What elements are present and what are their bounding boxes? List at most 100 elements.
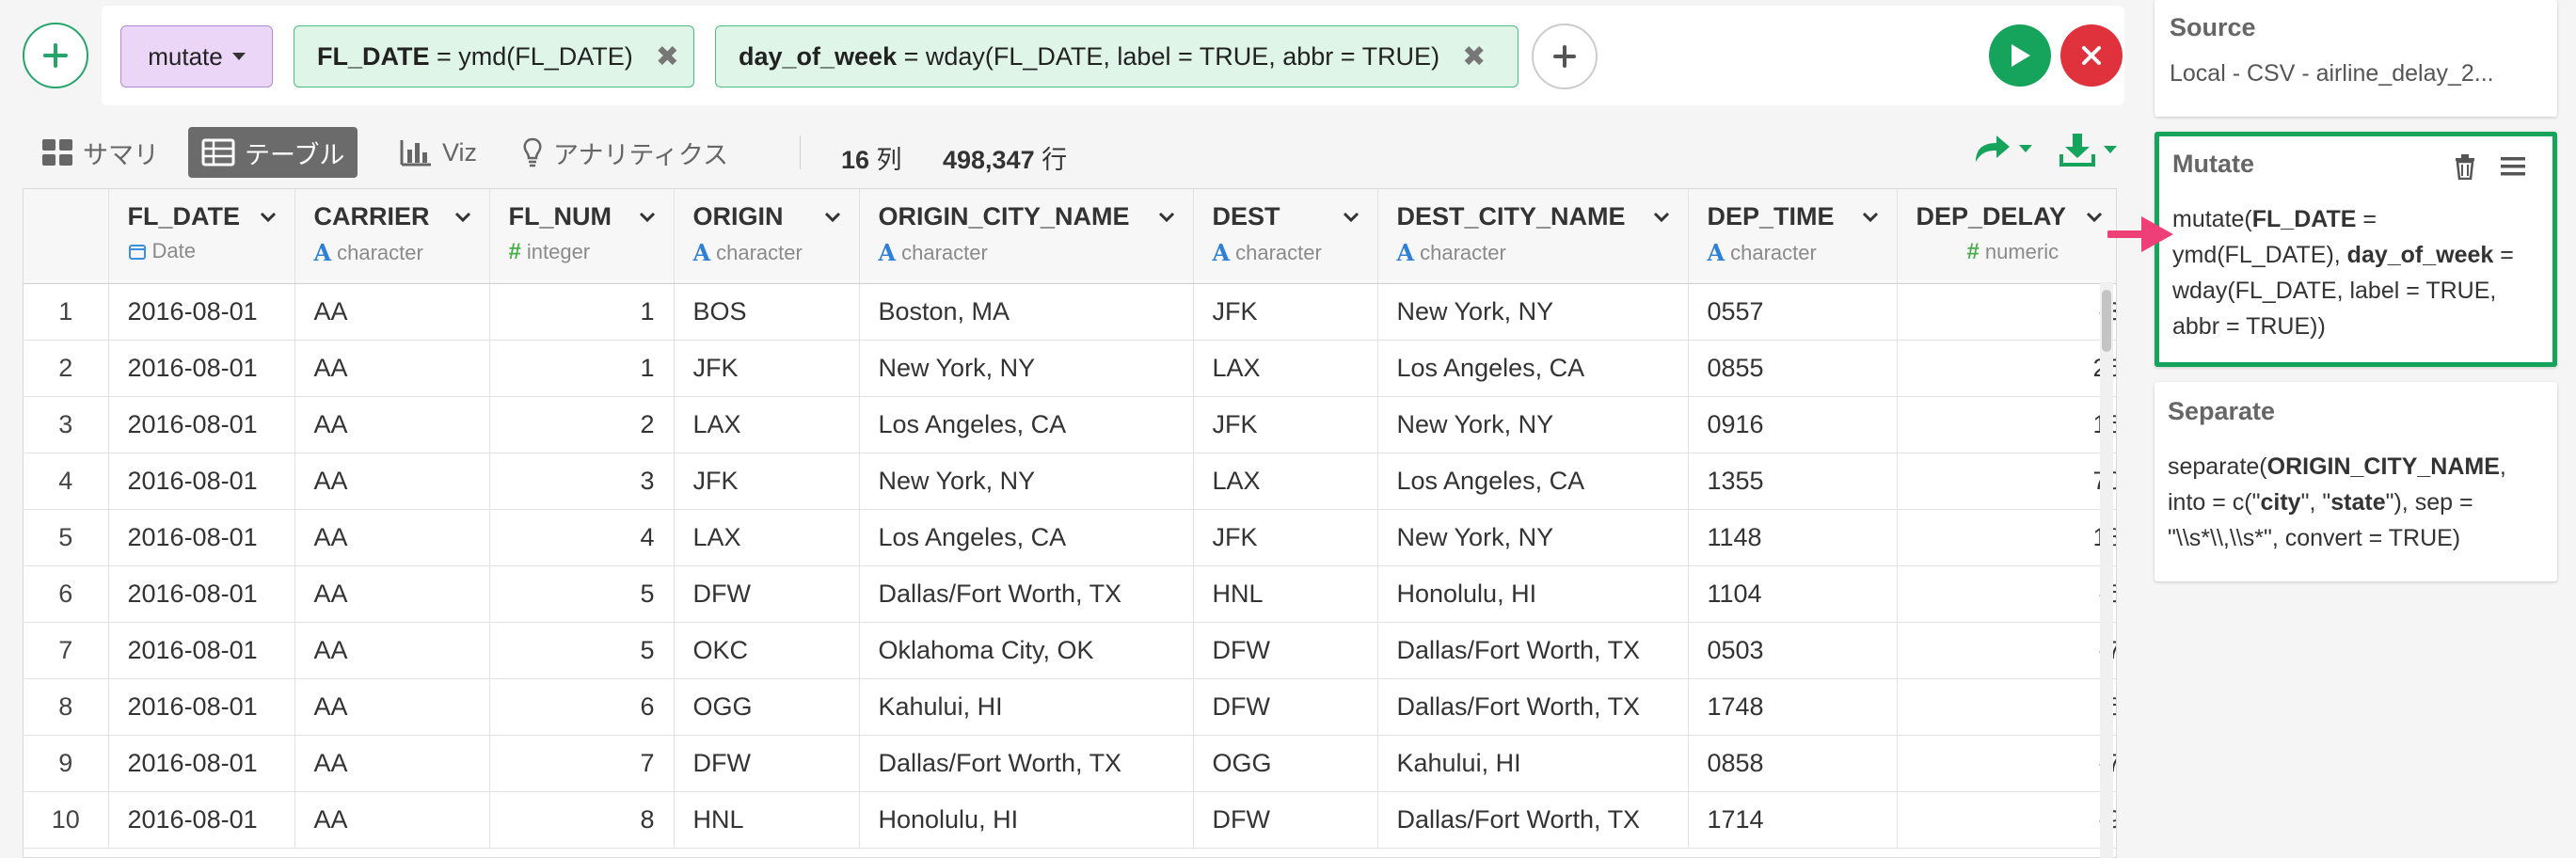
table-row[interactable]: 2 2016-08-01 AA 1 JFK New York, NY LAX Los Ange… <box>24 340 2116 397</box>
table-cell[interactable]: 6 <box>489 678 675 736</box>
tab-table[interactable]: テーブル <box>188 127 358 178</box>
column-header-fl-date[interactable]: FL_DATE Date <box>108 189 295 284</box>
table-row[interactable]: 6 2016-08-01 AA 5 DFW Dallas/Fort Worth, TX HN… <box>24 565 2116 623</box>
table-cell[interactable]: LAX <box>1193 340 1378 397</box>
table-cell[interactable]: 2016-08-01 <box>108 678 295 736</box>
table-cell[interactable]: AA <box>294 340 490 397</box>
table-cell[interactable]: New York, NY <box>859 340 1194 397</box>
table-cell[interactable]: Los Angeles, CA <box>859 509 1194 566</box>
table-cell[interactable]: New York, NY <box>1377 283 1689 341</box>
table-cell[interactable]: 0557 <box>1688 283 1898 341</box>
trash-icon[interactable] <box>2453 153 2477 180</box>
table-row[interactable]: 4 2016-08-01 AA 3 JFK New York, NY LAX Los Ange… <box>24 453 2116 510</box>
chevron-down-icon[interactable] <box>2085 211 2104 224</box>
step-card-mutate[interactable]: Mutate mutate(FL_DATE = ymd(FL_DATE), da… <box>2155 132 2557 367</box>
table-cell[interactable]: AA <box>294 678 490 736</box>
table-cell[interactable]: 18 <box>1897 509 2116 566</box>
table-cell[interactable]: 2016-08-01 <box>108 622 295 679</box>
cancel-button[interactable] <box>2060 24 2123 87</box>
table-cell[interactable]: 16 <box>1897 396 2116 453</box>
table-cell[interactable]: JFK <box>1193 509 1378 566</box>
table-cell[interactable]: Dallas/Fort Worth, TX <box>1377 622 1689 679</box>
table-cell[interactable]: 2016-08-01 <box>108 509 295 566</box>
table-cell[interactable]: New York, NY <box>1377 396 1689 453</box>
table-cell[interactable]: 1 <box>489 340 675 397</box>
share-menu-button[interactable] <box>1972 132 2032 166</box>
chevron-down-icon[interactable] <box>1652 211 1671 224</box>
table-cell[interactable]: 1 <box>489 283 675 341</box>
table-cell[interactable]: AA <box>294 791 490 849</box>
table-cell[interactable]: 2016-08-01 <box>108 791 295 849</box>
table-cell[interactable]: 2016-08-01 <box>108 283 295 341</box>
chevron-down-icon[interactable] <box>259 211 278 224</box>
table-cell[interactable]: AA <box>294 509 490 566</box>
table-cell[interactable]: LAX <box>674 396 860 453</box>
table-cell[interactable]: 8 <box>489 791 675 849</box>
menu-icon[interactable] <box>2500 155 2526 178</box>
table-cell[interactable]: 6 <box>1897 678 2116 736</box>
table-cell[interactable]: Honolulu, HI <box>859 791 1194 849</box>
table-row[interactable]: 3 2016-08-01 AA 2 LAX Los Angeles, CA JFK New Y… <box>24 396 2116 453</box>
run-button[interactable] <box>1989 24 2051 87</box>
chevron-down-icon[interactable] <box>1861 211 1880 224</box>
table-cell[interactable]: AA <box>294 453 490 510</box>
column-header-carrier[interactable]: CARRIER Acharacter <box>294 189 490 284</box>
add-argument-button[interactable] <box>1532 24 1598 89</box>
add-step-button[interactable] <box>23 23 88 88</box>
scrollbar-thumb[interactable] <box>2102 290 2111 352</box>
table-cell[interactable]: DFW <box>1193 678 1378 736</box>
table-cell[interactable]: -9 <box>1897 791 2116 849</box>
table-cell[interactable]: -7 <box>1897 735 2116 792</box>
chevron-down-icon[interactable] <box>823 211 842 224</box>
column-header-dep-time[interactable]: DEP_TIME Acharacter <box>1688 189 1898 284</box>
table-row[interactable]: 9 2016-08-01 AA 7 DFW Dallas/Fort Worth, TX OG… <box>24 735 2116 792</box>
table-cell[interactable]: Los Angeles, CA <box>1377 340 1689 397</box>
table-cell[interactable]: New York, NY <box>1377 509 1689 566</box>
table-cell[interactable]: New York, NY <box>859 453 1194 510</box>
table-cell[interactable]: 70 <box>1897 453 2116 510</box>
table-cell[interactable]: LAX <box>674 509 860 566</box>
export-menu-button[interactable] <box>2059 132 2117 167</box>
argument-chip[interactable]: day_of_week = wday(FL_DATE, label = TRUE… <box>715 25 1519 87</box>
table-cell[interactable]: AA <box>294 396 490 453</box>
table-cell[interactable]: 0916 <box>1688 396 1898 453</box>
column-header-dest-city-name[interactable]: DEST_CITY_NAME Acharacter <box>1377 189 1689 284</box>
table-cell[interactable]: JFK <box>1193 283 1378 341</box>
table-cell[interactable]: Los Angeles, CA <box>1377 453 1689 510</box>
table-cell[interactable]: DFW <box>1193 791 1378 849</box>
table-cell[interactable]: Los Angeles, CA <box>859 396 1194 453</box>
table-cell[interactable]: BOS <box>674 283 860 341</box>
table-cell[interactable]: 1355 <box>1688 453 1898 510</box>
chevron-down-icon[interactable] <box>1157 211 1176 224</box>
column-header-dep-delay[interactable]: DEP_DELAY # numeric <box>1897 189 2116 284</box>
table-cell[interactable]: 1104 <box>1688 565 1898 623</box>
table-cell[interactable]: 2016-08-01 <box>108 735 295 792</box>
table-cell[interactable]: Honolulu, HI <box>1377 565 1689 623</box>
table-cell[interactable]: 4 <box>489 509 675 566</box>
tab-viz[interactable]: Viz <box>386 127 490 178</box>
table-cell[interactable]: OGG <box>674 678 860 736</box>
table-cell[interactable]: Dallas/Fort Worth, TX <box>1377 791 1689 849</box>
table-cell[interactable]: OGG <box>1193 735 1378 792</box>
table-row[interactable]: 8 2016-08-01 AA 6 OGG Kahului, HI DFW Dallas/Fo… <box>24 678 2116 736</box>
table-row[interactable]: 7 2016-08-01 AA 5 OKC Oklahoma City, OK DFW Dal… <box>24 622 2116 679</box>
table-row[interactable]: 1 2016-08-01 AA 1 BOS Boston, MA JFK New York, … <box>24 283 2116 341</box>
table-cell[interactable]: OKC <box>674 622 860 679</box>
table-cell[interactable]: AA <box>294 283 490 341</box>
table-cell[interactable]: 5 <box>489 622 675 679</box>
table-cell[interactable]: 2016-08-01 <box>108 396 295 453</box>
table-cell[interactable]: JFK <box>674 340 860 397</box>
table-cell[interactable]: JFK <box>674 453 860 510</box>
table-cell[interactable]: 1714 <box>1688 791 1898 849</box>
table-cell[interactable]: 7 <box>489 735 675 792</box>
table-cell[interactable]: Kahului, HI <box>859 678 1194 736</box>
table-cell[interactable]: Kahului, HI <box>1377 735 1689 792</box>
table-cell[interactable]: DFW <box>674 735 860 792</box>
step-card-source[interactable]: Source Local - CSV - airline_delay_2... <box>2155 0 2557 117</box>
column-header-origin-city-name[interactable]: ORIGIN_CITY_NAME Acharacter <box>859 189 1194 284</box>
remove-argument-icon[interactable]: ✖ <box>1462 40 1486 73</box>
table-cell[interactable]: -6 <box>1897 565 2116 623</box>
remove-argument-icon[interactable]: ✖ <box>656 40 679 73</box>
argument-chip[interactable]: FL_DATE = ymd(FL_DATE) ✖ <box>294 25 694 87</box>
table-cell[interactable]: AA <box>294 622 490 679</box>
